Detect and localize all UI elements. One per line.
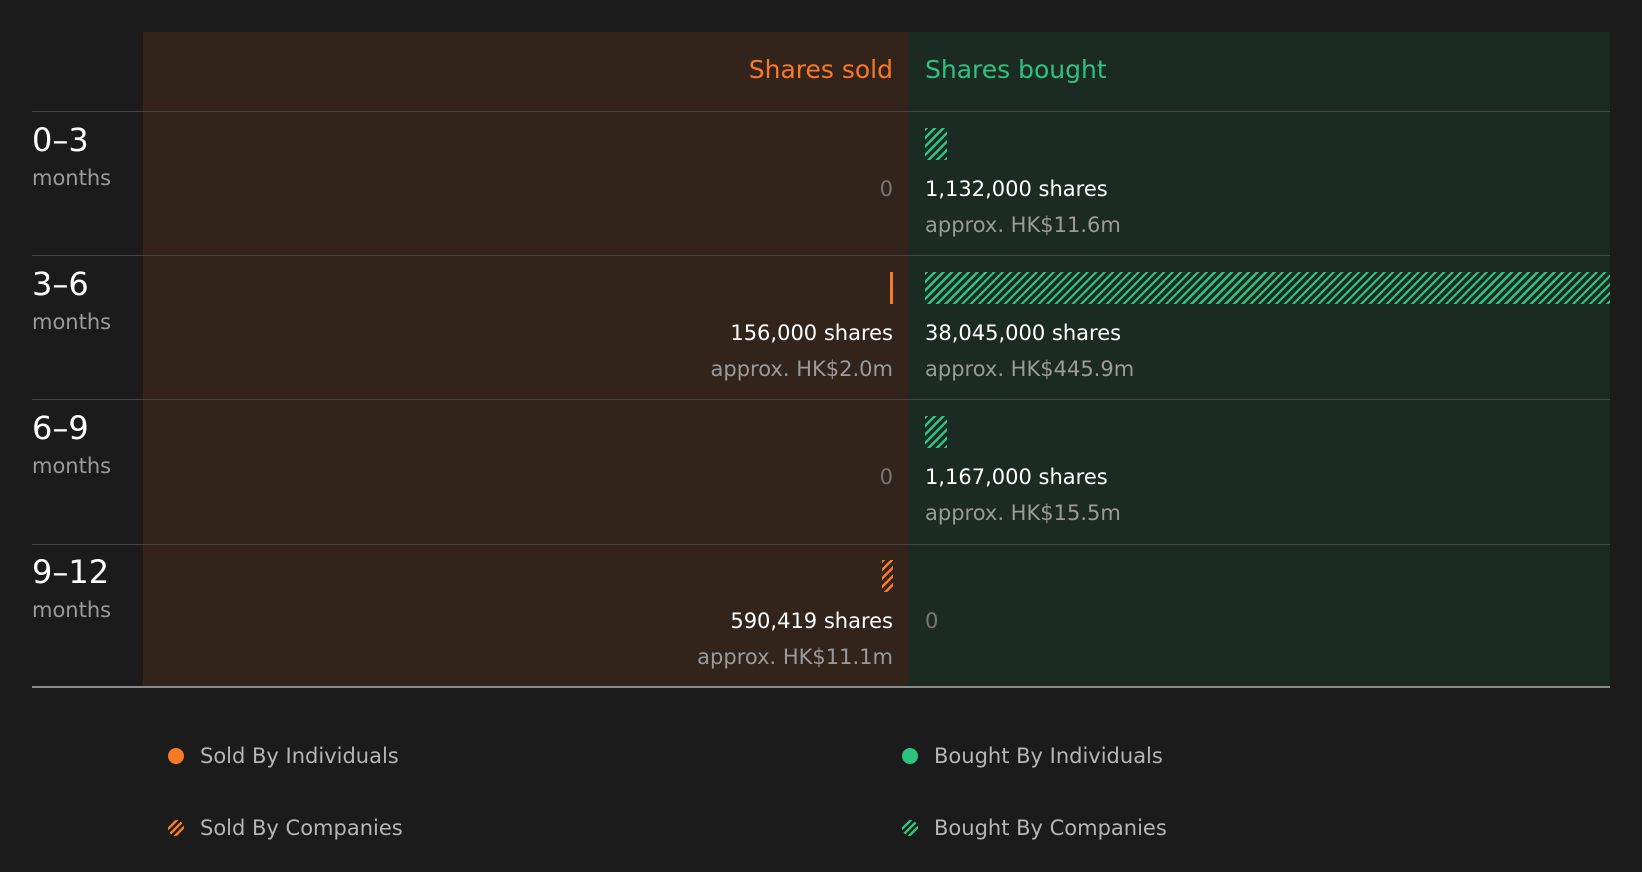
bought-approx-0-3: approx. HK$11.6m [925,213,1121,237]
period-unit: months [32,166,112,190]
bar-sold-by-companies-9-12 [882,560,893,592]
bought-shares-3-6: 38,045,000 shares [925,321,1122,345]
sold-approx-9-12: approx. HK$11.1m [697,645,893,669]
legend-label: Sold By Companies [200,816,403,840]
sold-zero-0-3: 0 [879,177,893,201]
chart-baseline [32,686,1610,688]
period-unit: months [32,310,112,334]
row-divider [32,255,1610,256]
legend-solid-green-icon [902,748,918,764]
legend-label: Sold By Individuals [200,744,399,768]
bought-shares-6-9: 1,167,000 shares [925,465,1108,489]
bought-shares-0-3: 1,132,000 shares [925,177,1108,201]
row-divider [32,111,1610,112]
legend-hatched-orange-icon [168,820,184,836]
sold-zero-6-9: 0 [879,465,893,489]
row-divider [32,399,1610,400]
legend-bought-by-companies: Bought By Companies [902,814,1167,842]
bought-approx-3-6: approx. HK$445.9m [925,357,1135,381]
period-range: 6–9 [32,409,89,447]
legend-bought-by-individuals: Bought By Individuals [902,742,1163,770]
legend-solid-orange-icon [168,748,184,764]
bar-bought-by-companies-6-9 [925,416,947,448]
legend-sold-by-individuals: Sold By Individuals [168,742,399,770]
bar-bought-by-companies-3-6 [925,272,1610,304]
period-label-0-3: 0–3 months [32,120,111,192]
period-label-6-9: 6–9 months [32,408,111,480]
sold-shares-3-6: 156,000 shares [730,321,893,345]
row-divider [32,544,1610,545]
period-range: 0–3 [32,121,89,159]
legend-label: Bought By Companies [934,816,1167,840]
bought-zero-9-12: 0 [925,609,939,633]
legend-label: Bought By Individuals [934,744,1163,768]
period-unit: months [32,598,112,622]
period-label-9-12: 9–12 months [32,552,111,624]
shares-sold-header: Shares sold [748,55,893,84]
sold-approx-3-6: approx. HK$2.0m [710,357,893,381]
period-label-3-6: 3–6 months [32,264,111,336]
period-range: 3–6 [32,265,89,303]
legend-hatched-green-icon [902,820,918,836]
bar-sold-by-individuals-3-6 [890,272,893,304]
shares-bought-header: Shares bought [925,55,1107,84]
period-range: 9–12 [32,553,110,591]
sold-shares-9-12: 590,419 shares [730,609,893,633]
bought-approx-6-9: approx. HK$15.5m [925,501,1121,525]
legend-sold-by-companies: Sold By Companies [168,814,403,842]
bar-bought-by-companies-0-3 [925,128,947,160]
period-unit: months [32,454,112,478]
